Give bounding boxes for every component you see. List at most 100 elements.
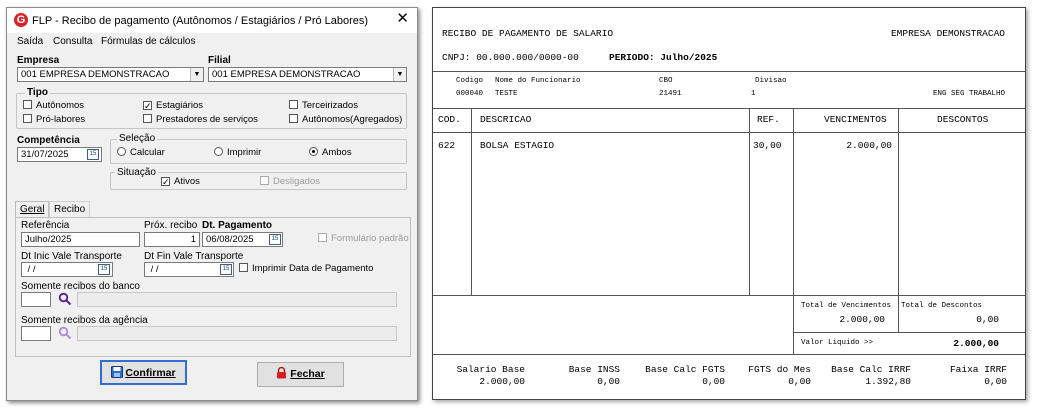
radio-icon xyxy=(214,147,223,156)
emp-cbo: 21491 xyxy=(659,90,682,98)
chevron-down-icon[interactable]: ▼ xyxy=(393,68,406,81)
col-divider xyxy=(793,108,794,354)
empresa-value: 001 EMPRESA DEMONSTRACAO xyxy=(21,69,170,80)
banco-name-field xyxy=(77,292,397,307)
divider xyxy=(793,332,1025,333)
emp-divisao: 1 xyxy=(751,90,756,98)
report-periodo: PERIODO: Julho/2025 xyxy=(609,52,718,63)
divider xyxy=(433,354,1025,355)
imprimir-data-pagamento-checkbox[interactable]: Imprimir Data de Pagamento xyxy=(239,263,373,274)
competencia-label: Competência xyxy=(17,135,80,146)
calendar-icon[interactable]: 15 xyxy=(98,264,110,275)
selecao-imprimir-radio[interactable]: Imprimir xyxy=(214,147,261,158)
checkbox-icon xyxy=(289,100,298,109)
footer-salario-base-label: Salario Base xyxy=(456,364,525,375)
menu-consulta[interactable]: Consulta xyxy=(53,36,92,47)
window-title: FLP - Recibo de pagamento (Autônomos / E… xyxy=(32,15,369,27)
menu-formulas-de-calculos[interactable]: Fórmulas de cálculos xyxy=(101,36,195,47)
header-codigo: Codigo xyxy=(456,77,484,85)
col-descricao: DESCRICAO xyxy=(480,114,532,125)
situacao-desligados-label: Desligados xyxy=(273,176,320,187)
tab-geral[interactable]: Geral xyxy=(15,201,50,218)
close-icon[interactable]: ✕ xyxy=(396,11,409,27)
divider xyxy=(433,295,1025,296)
empresa-select[interactable]: 001 EMPRESA DEMONSTRACAO ▼ xyxy=(17,67,204,82)
prox-recibo-input[interactable]: 1 xyxy=(144,232,200,247)
app-logo-icon: G xyxy=(14,13,28,27)
checkbox-icon xyxy=(239,263,248,272)
footer-base-inss-value: 0,00 xyxy=(597,376,620,387)
somente-banco-label: Somente recibos do banco xyxy=(21,281,140,292)
tipo-option-label: Prestadores de serviços xyxy=(156,114,258,125)
situacao-ativos-label: Ativos xyxy=(174,176,200,187)
calendar-icon[interactable]: 15 xyxy=(220,264,232,275)
confirmar-button[interactable]: Confirmar xyxy=(100,360,187,385)
formulario-padrao-checkbox[interactable]: Formulário padrão xyxy=(318,233,409,244)
item-vencimentos: 2.000,00 xyxy=(846,140,892,151)
tipo-autonomos-checkbox[interactable]: Autônomos xyxy=(23,100,84,111)
col-divider xyxy=(471,108,472,296)
dt-fin-vt-value: / / xyxy=(148,264,159,275)
liquido-label: Valor Liquido >> xyxy=(801,339,874,347)
recibo-report-preview: RECIBO DE PAGAMENTO DE SALARIO EMPRESA D… xyxy=(432,7,1026,400)
filial-select[interactable]: 001 EMPRESA DEMONSTRACAO ▼ xyxy=(208,67,407,82)
prox-recibo-label: Próx. recibo xyxy=(144,220,198,231)
tipo-option-label: Estagiários xyxy=(156,100,203,111)
total-desc-label: Total de Descontos xyxy=(901,302,983,310)
item-cod: 622 xyxy=(438,140,456,151)
footer-salario-base-value: 2.000,00 xyxy=(479,376,525,387)
formulario-padrao-label: Formulário padrão xyxy=(331,233,409,244)
dt-pagamento-label: Dt. Pagamento xyxy=(202,220,273,231)
selecao-calcular-radio[interactable]: Calcular xyxy=(117,147,165,158)
checkmark-icon: ✓ xyxy=(161,177,170,187)
search-icon[interactable] xyxy=(58,326,72,340)
tipo-option-label: Terceirizados xyxy=(302,100,358,111)
fechar-button[interactable]: Fechar xyxy=(257,362,344,387)
radio-selected-icon xyxy=(309,147,318,156)
menu-saida[interactable]: Saída xyxy=(17,36,43,47)
referencia-input[interactable]: Julho/2025 xyxy=(21,232,140,247)
report-company: EMPRESA DEMONSTRACAO xyxy=(890,28,1005,39)
chevron-down-icon[interactable]: ▼ xyxy=(190,68,203,81)
dt-inic-vt-label: Dt Inic Vale Transporte xyxy=(21,251,122,262)
agencia-code-input[interactable] xyxy=(21,326,51,341)
checkmark-icon: ✓ xyxy=(143,101,152,111)
somente-agencia-label: Somente recibos da agência xyxy=(21,315,148,326)
situacao-ativos-checkbox[interactable]: ✓ Ativos xyxy=(161,176,200,187)
footer-base-irrf-label: Base Calc IRRF xyxy=(831,364,911,375)
selecao-ambos-radio[interactable]: Ambos xyxy=(309,147,352,158)
header-divisao: Divisao xyxy=(755,77,787,85)
fechar-label: Fechar xyxy=(290,368,325,380)
banco-code-input[interactable] xyxy=(21,292,51,307)
tipo-option-label: Autônomos xyxy=(36,100,85,111)
filial-label: Filial xyxy=(208,55,231,66)
situacao-desligados-checkbox[interactable]: Desligados xyxy=(260,176,320,187)
tipo-prestadores-checkbox[interactable]: Prestadores de serviços xyxy=(143,114,258,125)
selecao-label: Seleção xyxy=(117,133,158,144)
calendar-icon[interactable]: 15 xyxy=(87,149,99,160)
search-icon[interactable] xyxy=(58,292,72,306)
calendar-icon[interactable]: 15 xyxy=(269,234,281,245)
footer-fgts-mes-value: 0,00 xyxy=(788,376,811,387)
selecao-option-label: Ambos xyxy=(322,147,352,158)
confirmar-label: Confirmar xyxy=(125,367,176,379)
filial-value: 001 EMPRESA DEMONSTRACAO xyxy=(212,69,361,80)
col-divider xyxy=(898,108,899,333)
col-descontos: DESCONTOS xyxy=(937,114,989,125)
tipo-terceirizados-checkbox[interactable]: Terceirizados xyxy=(289,100,358,111)
recibo-dialog: G FLP - Recibo de pagamento (Autônomos /… xyxy=(6,7,418,401)
tipo-estagiarios-checkbox[interactable]: ✓ Estagiários xyxy=(143,100,203,111)
tipo-autonomos-agregados-checkbox[interactable]: Autônomos(Agregados) xyxy=(289,114,402,125)
col-divider xyxy=(749,108,750,296)
tipo-pro-labores-checkbox[interactable]: Pró-labores xyxy=(23,114,85,125)
checkbox-icon xyxy=(318,233,327,242)
total-desc-value: 0,00 xyxy=(976,314,999,325)
tipo-option-label: Pró-labores xyxy=(36,114,86,125)
item-ref: 30,00 xyxy=(753,140,782,151)
lock-icon xyxy=(277,366,287,379)
col-cod: COD. xyxy=(438,114,461,125)
footer-faixa-irrf-value: 0,00 xyxy=(984,376,1007,387)
tab-recibo[interactable]: Recibo xyxy=(49,201,91,218)
imprimir-data-pagamento-label: Imprimir Data de Pagamento xyxy=(252,263,374,274)
empresa-label: Empresa xyxy=(17,55,60,66)
